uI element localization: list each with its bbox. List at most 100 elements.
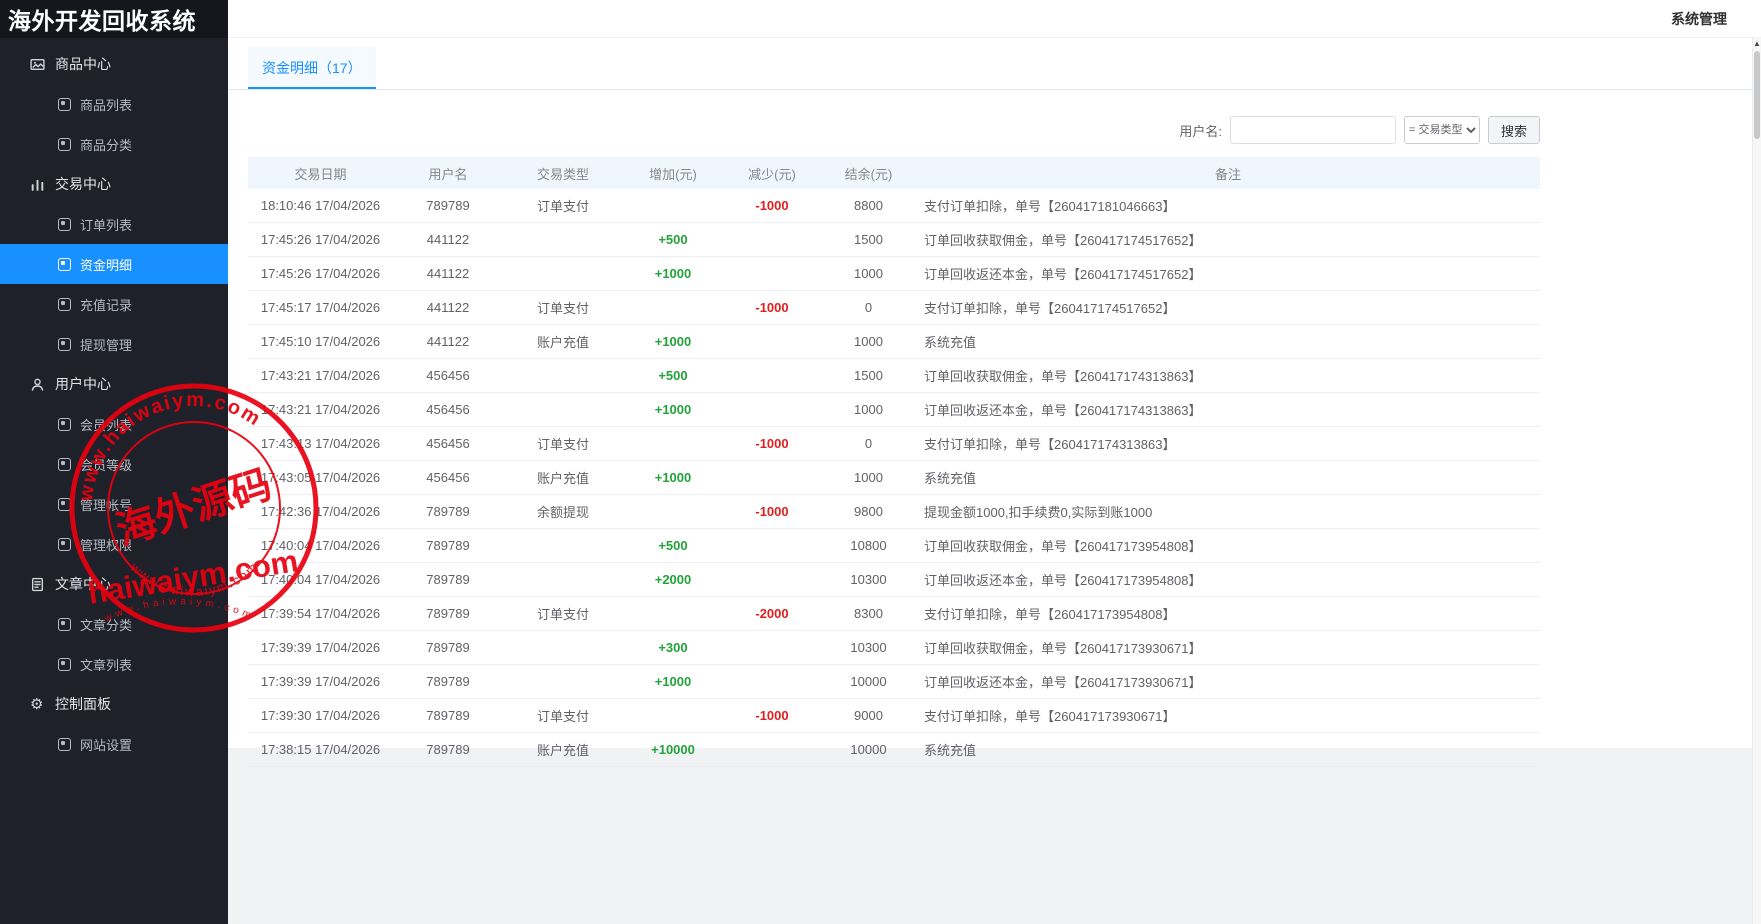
cell-date: 17:39:54 17/04/2026 — [248, 597, 393, 631]
cell-date: 17:39:39 17/04/2026 — [248, 631, 393, 665]
col-header-balance: 结余(元) — [821, 157, 916, 189]
sidebar-section-control-panel[interactable]: ⚙ 控制面板 — [0, 684, 228, 724]
sidebar-item-label: 文章分类 — [80, 615, 132, 634]
page-icon — [58, 418, 71, 431]
sidebar-item-label: 会员等级 — [80, 455, 132, 474]
cell-increase — [623, 597, 723, 631]
sidebar-item-recharge-records[interactable]: 充值记录 — [0, 284, 228, 324]
cell-decrease — [723, 563, 821, 597]
cell-decrease: -1000 — [723, 291, 821, 325]
cell-type: 余额提现 — [503, 495, 623, 529]
cell-username: 441122 — [393, 223, 503, 257]
cell-note: 系统充值 — [916, 733, 1540, 767]
sidebar-section-article-center[interactable]: 文章中心 — [0, 564, 228, 604]
table-header-row: 交易日期 用户名 交易类型 增加(元) 减少(元) 结余(元) 备注 — [248, 157, 1540, 189]
cell-decrease — [723, 665, 821, 699]
sidebar-item-label: 商品列表 — [80, 95, 132, 114]
cell-balance: 10800 — [821, 529, 916, 563]
cell-note: 系统充值 — [916, 325, 1540, 359]
cell-increase: +500 — [623, 223, 723, 257]
sidebar-item-label: 商品分类 — [80, 135, 132, 154]
cell-type: 账户充值 — [503, 733, 623, 767]
cell-balance: 1500 — [821, 359, 916, 393]
sidebar-item-site-settings[interactable]: 网站设置 — [0, 724, 228, 764]
cell-balance: 9800 — [821, 495, 916, 529]
cell-decrease: -1000 — [723, 189, 821, 223]
scrollbar-up-arrow-icon[interactable]: ▲ — [1753, 38, 1761, 49]
table-row: 17:45:26 17/04/2026 441122 +500 1500 订单回… — [248, 223, 1540, 257]
scrollbar-thumb[interactable] — [1754, 51, 1760, 139]
document-icon — [30, 577, 45, 592]
cell-decrease: -1000 — [723, 699, 821, 733]
page-icon — [58, 218, 71, 231]
sidebar-item-order-list[interactable]: 订单列表 — [0, 204, 228, 244]
system-management-menu[interactable]: 系统管理 — [1671, 9, 1727, 29]
cell-increase: +300 — [623, 631, 723, 665]
sidebar-item-product-list[interactable]: 商品列表 — [0, 84, 228, 124]
table-row: 17:43:21 17/04/2026 456456 +1000 1000 订单… — [248, 393, 1540, 427]
sidebar-item-article-category[interactable]: 文章分类 — [0, 604, 228, 644]
cell-note: 订单回收获取佣金，单号【260417173930671】 — [916, 631, 1540, 665]
cell-note: 订单回收获取佣金，单号【260417173954808】 — [916, 529, 1540, 563]
table-row: 17:40:04 17/04/2026 789789 +500 10800 订单… — [248, 529, 1540, 563]
cell-type: 账户充值 — [503, 325, 623, 359]
cell-note: 订单回收返还本金，单号【260417173930671】 — [916, 665, 1540, 699]
cell-note: 订单回收返还本金，单号【260417173954808】 — [916, 563, 1540, 597]
funds-table-wrap: 交易日期 用户名 交易类型 增加(元) 减少(元) 结余(元) 备注 18:10… — [248, 157, 1540, 767]
topbar: 系统管理 — [228, 0, 1761, 38]
tab-bar: 资金明细（17） — [228, 38, 1752, 90]
tab-fund-details[interactable]: 资金明细（17） — [248, 47, 376, 89]
cell-type — [503, 257, 623, 291]
vertical-scrollbar[interactable]: ▲ — [1752, 38, 1761, 924]
sidebar-section-trade-center[interactable]: 交易中心 — [0, 164, 228, 204]
sidebar-section-user-center[interactable]: 用户中心 — [0, 364, 228, 404]
sidebar-item-label: 充值记录 — [80, 295, 132, 314]
cell-balance: 9000 — [821, 699, 916, 733]
cell-date: 17:39:39 17/04/2026 — [248, 665, 393, 699]
cell-note: 系统充值 — [916, 461, 1540, 495]
transaction-type-select[interactable]: = 交易类型 = — [1404, 116, 1480, 144]
sidebar-item-member-level[interactable]: 会员等级 — [0, 444, 228, 484]
sidebar-item-fund-details[interactable]: 资金明细 — [0, 244, 228, 284]
page-icon — [58, 258, 71, 271]
sidebar-item-product-category[interactable]: 商品分类 — [0, 124, 228, 164]
col-header-type: 交易类型 — [503, 157, 623, 189]
table-row: 17:43:13 17/04/2026 456456 订单支付 -1000 0 … — [248, 427, 1540, 461]
cell-note: 支付订单扣除，单号【260417173954808】 — [916, 597, 1540, 631]
cell-type: 订单支付 — [503, 189, 623, 223]
cell-type: 订单支付 — [503, 291, 623, 325]
sidebar-item-label: 资金明细 — [80, 255, 132, 274]
cell-username: 789789 — [393, 495, 503, 529]
cell-date: 17:40:04 17/04/2026 — [248, 563, 393, 597]
cell-decrease — [723, 257, 821, 291]
cell-type — [503, 631, 623, 665]
sidebar-item-admin-accounts[interactable]: 管理帐号 — [0, 484, 228, 524]
sidebar: 海外开发回收系统 商品中心 商品列表 商品分类 交易中心 订单列表 资金明细 — [0, 0, 228, 924]
cell-note: 订单回收获取佣金，单号【260417174517652】 — [916, 223, 1540, 257]
sidebar-item-article-list[interactable]: 文章列表 — [0, 644, 228, 684]
search-button[interactable]: 搜索 — [1488, 116, 1540, 144]
username-input[interactable] — [1230, 116, 1396, 144]
username-label: 用户名: — [1179, 121, 1222, 140]
cell-increase — [623, 189, 723, 223]
cell-username: 789789 — [393, 597, 503, 631]
cell-increase — [623, 495, 723, 529]
page-icon — [58, 298, 71, 311]
cell-date: 17:39:30 17/04/2026 — [248, 699, 393, 733]
cell-type — [503, 665, 623, 699]
cell-username: 456456 — [393, 393, 503, 427]
sidebar-nav: 商品中心 商品列表 商品分类 交易中心 订单列表 资金明细 充值记录 提现管 — [0, 38, 228, 764]
col-header-note: 备注 — [916, 157, 1540, 189]
cell-increase: +1000 — [623, 393, 723, 427]
cell-decrease — [723, 529, 821, 563]
filter-bar: 用户名: = 交易类型 = 搜索 — [248, 90, 1540, 144]
sidebar-section-product-center[interactable]: 商品中心 — [0, 44, 228, 84]
table-row: 17:42:36 17/04/2026 789789 余额提现 -1000 98… — [248, 495, 1540, 529]
cell-username: 441122 — [393, 325, 503, 359]
sidebar-item-member-list[interactable]: 会员列表 — [0, 404, 228, 444]
sidebar-item-admin-permissions[interactable]: 管理权限 — [0, 524, 228, 564]
cell-increase: +2000 — [623, 563, 723, 597]
sidebar-item-withdrawal-management[interactable]: 提现管理 — [0, 324, 228, 364]
cell-date: 17:45:26 17/04/2026 — [248, 257, 393, 291]
cell-balance: 1500 — [821, 223, 916, 257]
